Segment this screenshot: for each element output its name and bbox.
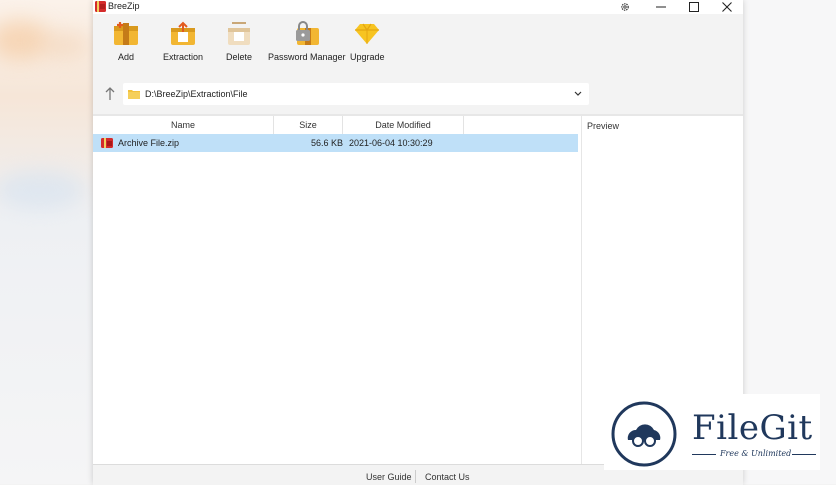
close-button[interactable] bbox=[712, 0, 742, 14]
zip-file-icon bbox=[101, 138, 113, 148]
password-manager-label: Password Manager bbox=[268, 52, 346, 62]
file-date-modified: 2021-06-04 10:30:29 bbox=[349, 138, 433, 148]
close-icon bbox=[722, 2, 732, 12]
maximize-button[interactable] bbox=[679, 0, 709, 14]
extraction-button[interactable]: Extraction bbox=[163, 20, 203, 62]
contact-us-link[interactable]: Contact Us bbox=[425, 472, 470, 482]
gear-icon bbox=[621, 3, 629, 11]
preview-label: Preview bbox=[587, 121, 620, 131]
password-manager-button[interactable]: Password Manager bbox=[268, 20, 346, 62]
column-header-size-label: Size bbox=[299, 120, 317, 130]
status-divider bbox=[415, 470, 416, 483]
folder-icon bbox=[128, 90, 140, 99]
user-guide-link[interactable]: User Guide bbox=[366, 472, 412, 482]
maximize-icon bbox=[689, 2, 699, 12]
breezip-logo-icon bbox=[95, 1, 106, 12]
delete-label: Delete bbox=[225, 52, 252, 62]
settings-button[interactable] bbox=[610, 0, 640, 14]
watermark-tagline: Free & Unlimited bbox=[720, 449, 792, 458]
watermark-brand: FileGit bbox=[692, 408, 813, 448]
table-row[interactable]: Archive File.zip 56.6 KB 2021-06-04 10:3… bbox=[93, 134, 578, 152]
upgrade-button[interactable]: Upgrade bbox=[350, 20, 385, 62]
minimize-icon bbox=[656, 6, 666, 8]
minimize-button[interactable] bbox=[646, 0, 676, 14]
file-size: 56.6 KB bbox=[311, 138, 344, 148]
title-bar: BreeZip bbox=[93, 0, 743, 14]
extraction-icon bbox=[171, 21, 196, 45]
up-folder-button[interactable] bbox=[103, 86, 117, 102]
column-header-name[interactable]: Name bbox=[93, 116, 274, 134]
window-title: BreeZip bbox=[108, 1, 140, 11]
add-label: Add bbox=[117, 52, 134, 62]
toolbar: Add Extraction Delete Password Manager U… bbox=[93, 14, 743, 76]
path-field[interactable]: D:\BreeZip\Extraction\File bbox=[123, 83, 589, 105]
column-header-date-label: Date Modified bbox=[375, 120, 431, 130]
watermark-rule-right bbox=[792, 454, 816, 455]
diamond-icon bbox=[355, 23, 380, 44]
column-header-name-label: Name bbox=[170, 120, 195, 130]
chevron-down-icon[interactable] bbox=[573, 88, 583, 98]
file-name: Archive File.zip bbox=[118, 138, 180, 148]
delete-icon bbox=[228, 22, 250, 45]
arrow-up-icon bbox=[105, 87, 115, 100]
filegit-watermark: FileGit Free & Unlimited bbox=[604, 394, 820, 470]
upgrade-label: Upgrade bbox=[350, 52, 385, 62]
path-text: D:\BreeZip\Extraction\File bbox=[145, 89, 248, 99]
column-header-date-modified[interactable]: Date Modified bbox=[343, 116, 464, 134]
delete-button[interactable]: Delete bbox=[225, 20, 253, 62]
file-list: Name Size Date Modified Archive File.zip… bbox=[93, 116, 581, 464]
filegit-logo-icon bbox=[611, 401, 677, 467]
padlock-archive-icon bbox=[295, 21, 319, 45]
extraction-label: Extraction bbox=[163, 52, 204, 62]
column-header-size[interactable]: Size bbox=[274, 116, 343, 134]
add-button[interactable]: Add bbox=[112, 20, 140, 62]
add-archive-icon bbox=[114, 22, 138, 45]
watermark-rule-left bbox=[692, 454, 716, 455]
address-bar: D:\BreeZip\Extraction\File bbox=[93, 76, 743, 114]
desktop-background bbox=[0, 0, 93, 484]
